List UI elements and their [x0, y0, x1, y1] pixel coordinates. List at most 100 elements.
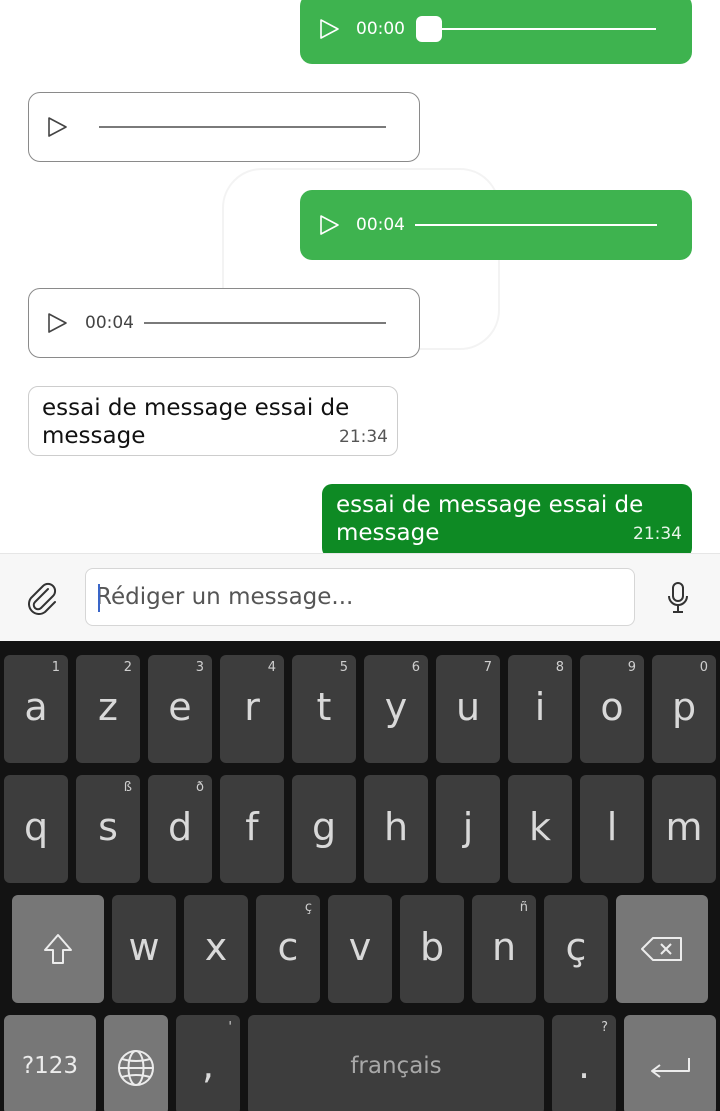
- key-label: i: [534, 685, 546, 729]
- key-c-cedilla[interactable]: ç: [544, 895, 608, 1003]
- enter-key[interactable]: [624, 1015, 716, 1111]
- key-label: d: [167, 805, 193, 849]
- key-w[interactable]: w: [112, 895, 176, 1003]
- key-label: h: [383, 805, 409, 849]
- key-l[interactable]: l: [580, 775, 644, 883]
- key-label: u: [455, 685, 481, 729]
- key-label: n: [491, 925, 517, 969]
- key-x[interactable]: x: [184, 895, 248, 1003]
- globe-icon: [118, 1050, 154, 1086]
- message-input-box[interactable]: [85, 568, 635, 626]
- audio-progress-track[interactable]: [428, 28, 656, 30]
- key-h[interactable]: h: [364, 775, 428, 883]
- compose-bar: [0, 553, 720, 641]
- key-alt: 0: [699, 660, 708, 675]
- key-k[interactable]: k: [508, 775, 572, 883]
- message-timestamp: 21:34: [339, 427, 388, 447]
- conversation-view[interactable]: 00:00 00:04 00:04 essai de message essai…: [0, 0, 720, 553]
- audio-message-incoming[interactable]: [28, 92, 420, 162]
- key-alt: 9: [627, 660, 636, 675]
- key-alt: 3: [195, 660, 204, 675]
- backspace-key[interactable]: [616, 895, 708, 1003]
- audio-progress-track[interactable]: [415, 224, 657, 226]
- globe-key[interactable]: [104, 1015, 168, 1111]
- key-u[interactable]: 7u: [436, 655, 500, 763]
- space-key[interactable]: français: [248, 1015, 544, 1111]
- key-m[interactable]: m: [652, 775, 716, 883]
- message-text-line: message: [336, 520, 440, 546]
- text-caret: [98, 584, 100, 612]
- audio-message-outgoing[interactable]: 00:00: [300, 0, 692, 64]
- key-b[interactable]: b: [400, 895, 464, 1003]
- audio-message-incoming[interactable]: 00:04: [28, 288, 420, 358]
- symbols-key[interactable]: ?123: [4, 1015, 96, 1111]
- key-label: j: [462, 805, 474, 849]
- key-label: q: [23, 805, 49, 849]
- period-key[interactable]: ? .: [552, 1015, 616, 1111]
- key-alt: 5: [339, 660, 348, 675]
- backspace-icon: [641, 937, 682, 961]
- key-g[interactable]: g: [292, 775, 356, 883]
- key-alt: 2: [123, 660, 132, 675]
- key-label: r: [244, 685, 260, 729]
- key-v[interactable]: v: [328, 895, 392, 1003]
- key-label: ,: [201, 1043, 215, 1087]
- key-alt: ': [228, 1020, 232, 1035]
- key-label: .: [577, 1043, 591, 1087]
- key-t[interactable]: 5t: [292, 655, 356, 763]
- key-label: k: [528, 805, 551, 849]
- key-f[interactable]: f: [220, 775, 284, 883]
- key-alt: 8: [555, 660, 564, 675]
- key-z[interactable]: 2z: [76, 655, 140, 763]
- key-alt: 1: [51, 660, 60, 675]
- message-text-line: message: [42, 423, 146, 449]
- key-label: w: [128, 925, 160, 969]
- symbols-label: ?123: [21, 1053, 79, 1079]
- key-p[interactable]: 0p: [652, 655, 716, 763]
- key-label: t: [316, 685, 332, 729]
- key-label: o: [600, 685, 624, 729]
- text-message-outgoing[interactable]: essai de message essai de message 21:34: [322, 484, 692, 553]
- key-q[interactable]: q: [4, 775, 68, 883]
- play-icon[interactable]: [318, 214, 340, 236]
- key-label: x: [204, 925, 228, 969]
- shift-icon: [44, 934, 72, 964]
- shift-key[interactable]: [12, 895, 104, 1003]
- key-n[interactable]: ñn: [472, 895, 536, 1003]
- play-icon[interactable]: [46, 312, 68, 334]
- audio-message-outgoing[interactable]: 00:04: [300, 190, 692, 260]
- key-e[interactable]: 3e: [148, 655, 212, 763]
- key-r[interactable]: 4r: [220, 655, 284, 763]
- key-label: a: [24, 685, 48, 729]
- play-icon[interactable]: [46, 116, 68, 138]
- microphone-icon[interactable]: [664, 581, 692, 615]
- audio-duration: 00:04: [356, 215, 405, 235]
- key-a[interactable]: 1a: [4, 655, 68, 763]
- message-text-line: essai de message essai de: [336, 492, 644, 518]
- key-c[interactable]: çc: [256, 895, 320, 1003]
- message-timestamp: 21:34: [633, 524, 682, 544]
- paperclip-icon[interactable]: [26, 581, 58, 615]
- key-s[interactable]: ßs: [76, 775, 140, 883]
- key-o[interactable]: 9o: [580, 655, 644, 763]
- key-label: y: [384, 685, 408, 729]
- key-j[interactable]: j: [436, 775, 500, 883]
- key-label: g: [311, 805, 337, 849]
- key-label: v: [348, 925, 372, 969]
- audio-progress-track[interactable]: [99, 126, 386, 128]
- key-alt: 6: [411, 660, 420, 675]
- key-alt: ß: [123, 780, 132, 795]
- key-alt: ç: [304, 900, 312, 915]
- audio-progress-knob[interactable]: [416, 16, 442, 42]
- play-icon[interactable]: [318, 18, 340, 40]
- key-y[interactable]: 6y: [364, 655, 428, 763]
- enter-icon: [651, 1058, 690, 1078]
- key-i[interactable]: 8i: [508, 655, 572, 763]
- audio-progress-track[interactable]: [144, 322, 386, 324]
- key-label: ç: [565, 925, 587, 969]
- message-input[interactable]: [96, 569, 626, 625]
- text-message-incoming[interactable]: essai de message essai de message 21:34: [28, 386, 398, 456]
- key-d[interactable]: ðd: [148, 775, 212, 883]
- key-alt: 4: [267, 660, 276, 675]
- comma-key[interactable]: ' ,: [176, 1015, 240, 1111]
